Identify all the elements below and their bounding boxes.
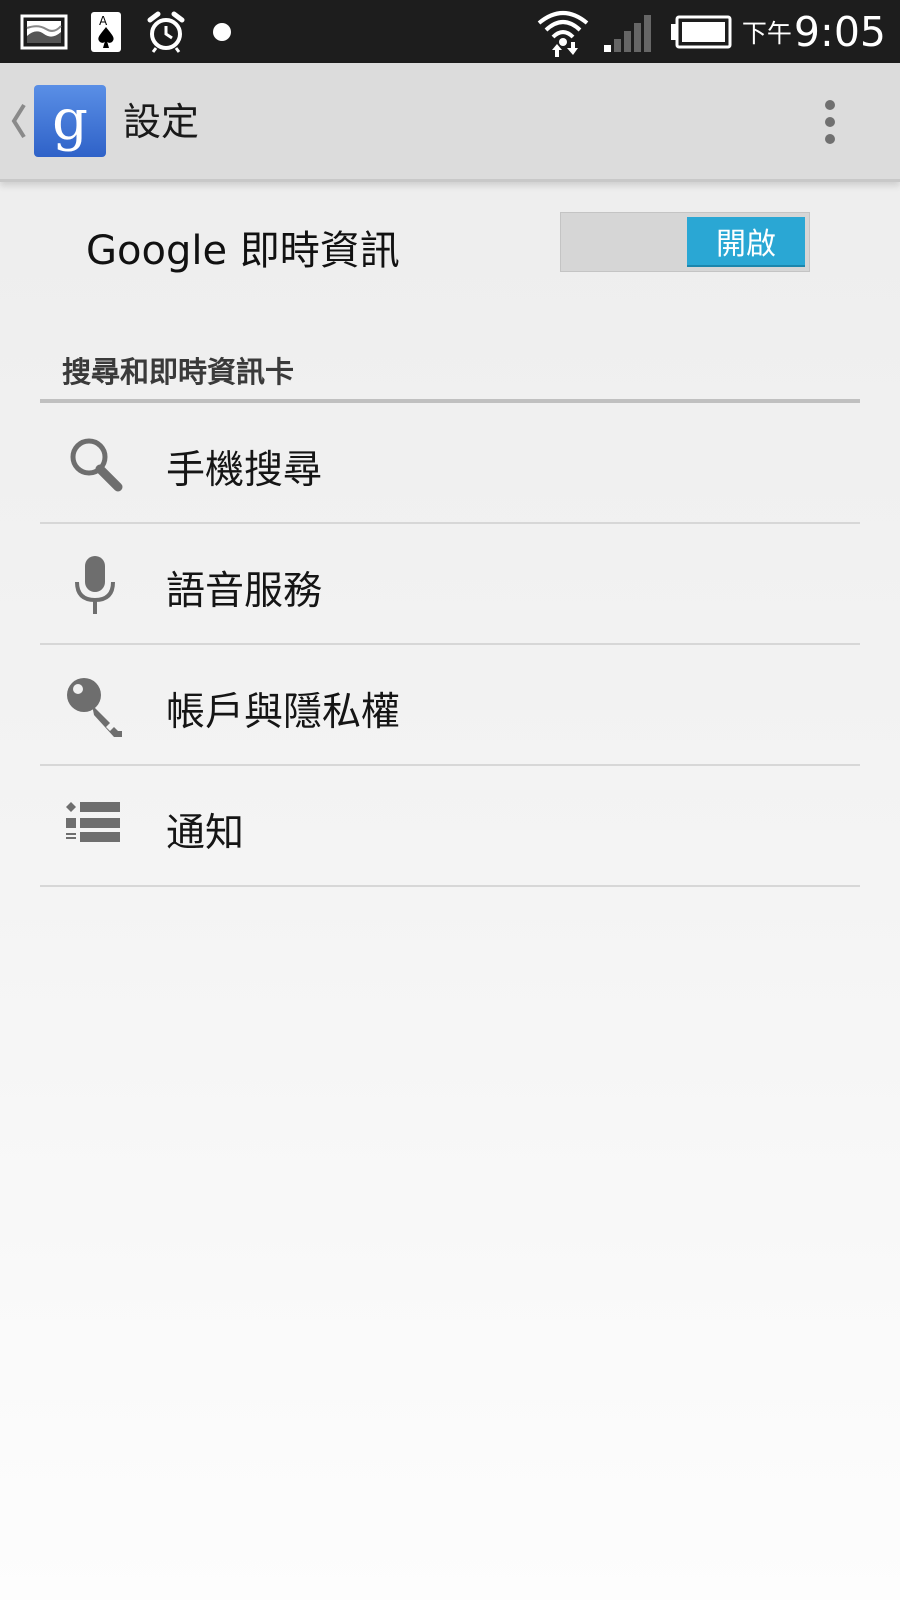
list-item-label: 語音服務: [166, 569, 323, 614]
battery-icon: [670, 15, 732, 49]
dot-notification-icon: [213, 23, 231, 41]
signal-icon: [603, 15, 651, 52]
overflow-menu-icon[interactable]: [818, 99, 842, 145]
list-item-notifications[interactable]: 通知: [40, 766, 860, 887]
google-search-app-icon[interactable]: g: [34, 85, 106, 157]
gallery-notification-icon: [20, 14, 68, 50]
list-icon: [66, 802, 120, 842]
toggle-state-label: 開啟: [716, 227, 776, 262]
list-item-accounts-privacy[interactable]: 帳戶與隱私權: [40, 645, 860, 766]
system-indicators: 下午 9:05: [536, 6, 886, 58]
search-icon: [70, 438, 123, 492]
list-item-label: 通知: [166, 811, 245, 856]
app-icon-glyph: g: [52, 88, 88, 153]
google-now-toggle[interactable]: 開啟: [560, 212, 810, 272]
google-now-label: Google 即時資訊: [86, 228, 400, 274]
list-item-label: 帳戶與隱私權: [166, 690, 401, 735]
toggle-thumb[interactable]: 開啟: [687, 217, 805, 267]
list-item-voice[interactable]: 語音服務: [40, 524, 860, 645]
clock-time: 9:05: [793, 8, 886, 56]
microphone-icon: [75, 556, 115, 614]
solitaire-notification-icon: A: [91, 12, 121, 52]
notification-icons: A: [20, 9, 234, 55]
alarm-icon: [147, 11, 185, 53]
settings-list: 手機搜尋 語音服務 帳戶與隱私權 通知: [40, 403, 860, 887]
wifi-icon: [537, 11, 589, 57]
section-header: 搜尋和即時資訊卡: [40, 345, 860, 403]
svg-text:A: A: [99, 14, 108, 28]
page-title: 設定: [123, 100, 200, 144]
list-item-label: 手機搜尋: [166, 448, 323, 493]
action-bar: g 設定: [0, 63, 900, 182]
back-chevron-icon[interactable]: [8, 101, 28, 141]
section-title: 搜尋和即時資訊卡: [62, 355, 295, 389]
list-item-phone-search[interactable]: 手機搜尋: [40, 403, 860, 524]
clock-ampm: 下午: [741, 19, 792, 48]
key-icon: [67, 678, 122, 737]
status-bar: A 下午 9:05: [0, 0, 900, 63]
status-clock: 下午 9:05: [742, 10, 886, 54]
